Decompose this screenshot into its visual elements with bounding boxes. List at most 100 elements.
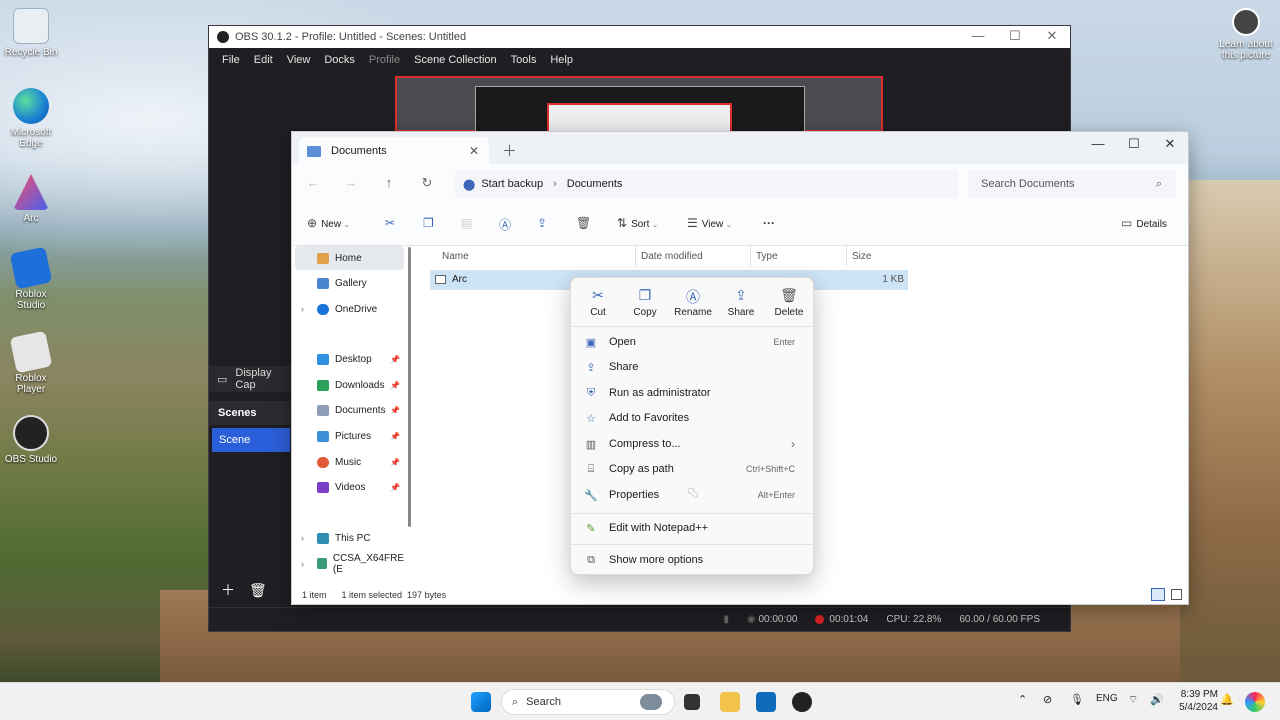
refresh-icon[interactable]: ↻ — [417, 175, 437, 191]
add-icon[interactable]: ＋ — [221, 580, 235, 600]
nav-scrollbar[interactable] — [408, 247, 411, 527]
nav-item-desktop[interactable]: Desktop 📌 — [292, 348, 404, 372]
source-display-capture[interactable]: ▭ Display Cap — [209, 366, 291, 392]
menu-scene-collection[interactable]: Scene Collection — [407, 54, 504, 66]
nav-item-pictures[interactable]: Pictures 📌 — [292, 425, 404, 449]
context-cut-button[interactable]: ✂ Cut — [573, 287, 623, 318]
nav-item-drive[interactable]: › CCSA_X64FRE (E — [292, 552, 404, 576]
column-size[interactable]: Size — [852, 251, 871, 262]
nav-item-gallery[interactable]: Gallery — [292, 272, 404, 296]
close-icon[interactable]: ✕ — [1152, 136, 1188, 152]
close-tab-icon[interactable]: ✕ — [469, 144, 479, 158]
context-share-button[interactable]: ⇪ Share — [716, 287, 766, 318]
search-icon: ⌕ — [512, 695, 519, 708]
nav-item-downloads[interactable]: Downloads 📌 — [292, 373, 404, 397]
scene-item[interactable]: Scene — [212, 428, 290, 452]
tiles-view-icon[interactable] — [1171, 589, 1182, 600]
language-indicator[interactable]: ENG — [1096, 693, 1118, 704]
file-explorer-icon[interactable] — [720, 692, 740, 712]
outlook-icon[interactable] — [756, 692, 776, 712]
menu-item-notepad[interactable]: ✎ Edit with Notepad++ — [579, 516, 807, 540]
menu-edit[interactable]: Edit — [247, 54, 280, 66]
preview-nested-screen-2 — [547, 103, 732, 133]
menu-docks[interactable]: Docks — [317, 54, 362, 66]
maximize-icon[interactable]: ☐ — [1116, 136, 1152, 152]
menu-tools[interactable]: Tools — [504, 54, 544, 66]
notification-bell-icon[interactable]: 🔔 — [1220, 693, 1234, 706]
paste-icon[interactable]: ▤ — [461, 216, 472, 230]
nav-item-home[interactable]: Home — [295, 246, 404, 270]
nav-label: Downloads — [335, 379, 385, 391]
menu-item-add-favorites[interactable]: ☆ Add to Favorites — [579, 406, 807, 430]
menu-profile[interactable]: Profile — [362, 54, 407, 66]
shield-icon: ⛨ — [586, 386, 596, 399]
search-input[interactable]: Search Documents ⌕ — [968, 170, 1176, 198]
nav-item-videos[interactable]: Videos 📌 — [292, 476, 404, 500]
share-icon[interactable]: ⇪ — [537, 216, 547, 230]
new-button[interactable]: ⊕ New ⌄ — [307, 216, 350, 230]
menu-view[interactable]: View — [280, 54, 318, 66]
back-icon[interactable]: ← — [303, 175, 323, 190]
task-view-icon[interactable] — [684, 694, 700, 710]
column-type[interactable]: Type — [756, 251, 778, 262]
column-name[interactable]: Name — [442, 251, 469, 262]
copilot-icon[interactable] — [1245, 692, 1265, 712]
microphone-icon[interactable]: 🎙 — [1070, 693, 1084, 706]
desktop-icon-recycle-bin[interactable]: Recycle Bin — [0, 8, 62, 58]
wifi-icon[interactable]: ⌔ — [1128, 693, 1138, 707]
close-icon[interactable]: ✕ — [1037, 28, 1067, 44]
rename-icon[interactable]: Ⓐ — [499, 216, 511, 233]
minimize-icon[interactable]: — — [963, 28, 993, 43]
menu-item-compress[interactable]: ▥ Compress to... › — [579, 432, 807, 456]
pin-icon: 📌 — [390, 406, 400, 416]
more-icon[interactable]: ··· — [763, 216, 775, 230]
volume-icon[interactable]: 🔊 — [1150, 693, 1164, 706]
taskbar-search[interactable]: ⌕ Search — [501, 689, 675, 715]
desktop-icon-arc[interactable]: Arc — [0, 174, 62, 224]
nav-item-onedrive[interactable]: › OneDrive — [292, 297, 404, 321]
learn-about-picture[interactable]: Learn about this picture — [1215, 8, 1277, 61]
desktop-icon-obs[interactable]: OBS Studio — [0, 415, 62, 465]
chevron-up-icon[interactable]: ⌃ — [1018, 693, 1027, 706]
sort-button[interactable]: ⇅ Sort ⌄ — [617, 216, 658, 230]
trash-icon[interactable]: 🗑 — [249, 582, 267, 599]
context-rename-button[interactable]: Ⓐ Rename — [668, 287, 718, 318]
menu-file[interactable]: File — [215, 54, 247, 66]
obs-preview[interactable] — [395, 76, 883, 134]
clock[interactable]: 8:39 PM 5/4/2024 — [1179, 688, 1218, 714]
new-tab-icon[interactable]: ＋ — [502, 140, 517, 161]
details-button[interactable]: ▭ Details — [1121, 216, 1167, 230]
maximize-icon[interactable]: ☐ — [1000, 28, 1030, 44]
up-icon[interactable]: ↑ — [379, 175, 399, 190]
menu-item-open[interactable]: ▣ Open Enter — [579, 330, 807, 354]
nav-item-this-pc[interactable]: › This PC — [292, 526, 404, 550]
delete-icon[interactable]: 🗑 — [576, 216, 591, 230]
copy-icon[interactable]: ❐ — [423, 216, 434, 230]
context-copy-button[interactable]: ❐ Copy — [620, 287, 670, 318]
desktop-icon-roblox-studio[interactable]: Roblox Studio — [0, 246, 62, 311]
network-off-icon[interactable]: ⊘ — [1043, 693, 1052, 706]
details-view-icon[interactable] — [1151, 588, 1165, 601]
cut-icon[interactable]: ✂ — [385, 216, 395, 230]
nav-item-documents[interactable]: Documents 📌 — [292, 399, 404, 423]
desktop-icon-edge[interactable]: Microsoft Edge — [0, 88, 62, 149]
breadcrumb-start-backup[interactable]: Start backup — [481, 178, 543, 190]
nav-item-music[interactable]: Music 📌 — [292, 450, 404, 474]
menu-help[interactable]: Help — [543, 54, 580, 66]
menu-item-show-more[interactable]: ⧉ Show more options — [579, 548, 807, 572]
menu-item-share[interactable]: ⇪ Share — [579, 355, 807, 379]
context-delete-button[interactable]: 🗑 Delete — [764, 287, 814, 318]
forward-icon[interactable]: → — [341, 175, 361, 190]
desktop-icon-roblox-player[interactable]: Roblox Player — [0, 330, 62, 395]
obs-taskbar-icon[interactable] — [792, 692, 812, 712]
column-date-modified[interactable]: Date modified — [641, 251, 703, 262]
start-icon[interactable] — [471, 692, 491, 712]
view-button[interactable]: ☰ View ⌄ — [687, 216, 732, 230]
menu-item-copy-as-path[interactable]: ⌸ Copy as path Ctrl+Shift+C — [579, 457, 807, 481]
minimize-icon[interactable]: — — [1080, 136, 1116, 151]
arc-icon — [13, 174, 49, 210]
breadcrumb[interactable]: ⬤ Start backup › Documents — [455, 170, 958, 198]
tab-documents[interactable]: Documents ✕ — [299, 137, 489, 165]
menu-item-run-as-admin[interactable]: ⛨ Run as administrator — [579, 381, 807, 405]
breadcrumb-documents[interactable]: Documents — [567, 178, 623, 190]
